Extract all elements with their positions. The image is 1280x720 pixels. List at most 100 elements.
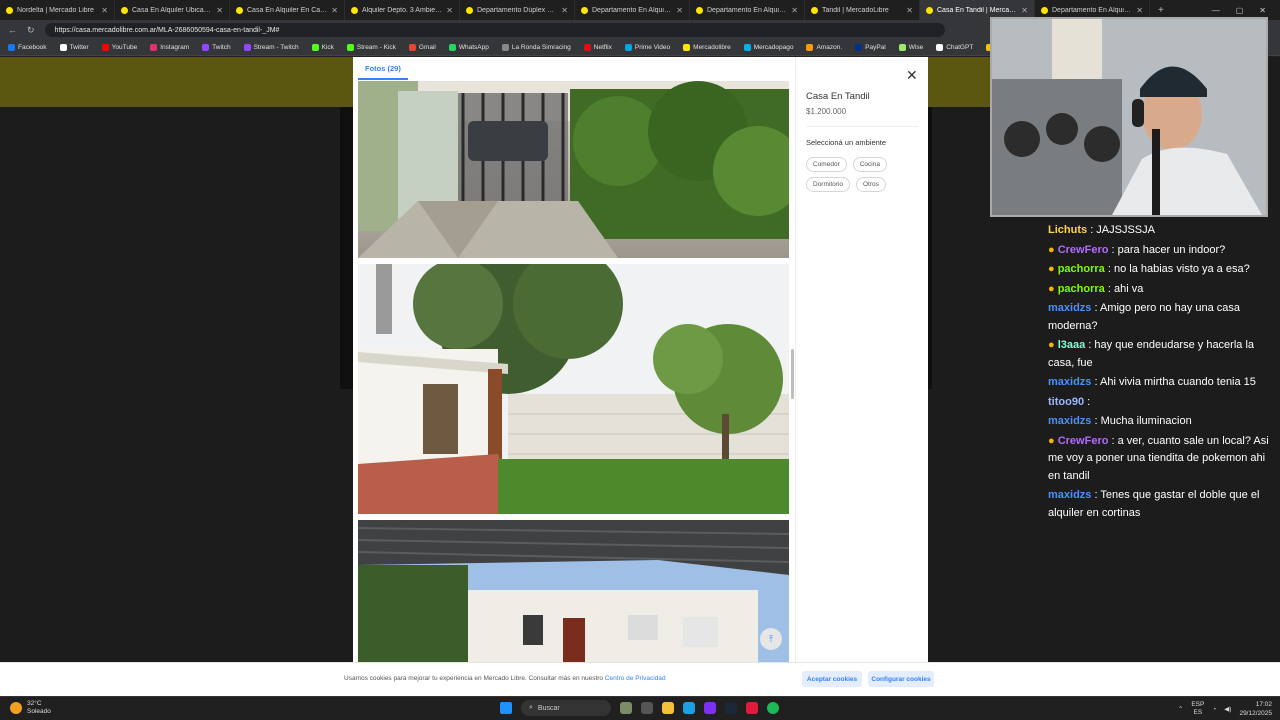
bookmark-label: La Ronda Simracing <box>511 44 571 51</box>
chip-otros[interactable]: Otros <box>855 177 886 192</box>
close-window-icon[interactable]: ✕ <box>1259 6 1266 15</box>
bookmark-item[interactable]: Kick <box>311 44 334 51</box>
bookmark-item[interactable]: Prime Video <box>624 44 670 51</box>
gallery-photo-gate[interactable] <box>358 81 789 258</box>
file-explorer-icon[interactable] <box>662 702 674 714</box>
bookmark-item[interactable]: ChatGPT <box>936 44 973 51</box>
browser-tab[interactable]: Departamento En Alquiler En Mitre ✕ <box>690 0 805 20</box>
maximize-icon[interactable]: ▢ <box>1236 6 1244 15</box>
tab-close-icon[interactable]: ✕ <box>101 6 108 15</box>
configure-cookies-button[interactable]: Configurar cookies <box>868 671 934 687</box>
task-view-icon[interactable] <box>641 702 653 714</box>
chip-comedor[interactable]: Comedor <box>806 157 847 172</box>
new-tab-icon[interactable]: + <box>1150 5 1172 16</box>
photos-tab[interactable]: Fotos (29) <box>365 64 401 73</box>
browser-tab[interactable]: Casa En Alquiler Ubicado En Castaños ✕ <box>115 0 230 20</box>
chat-username[interactable]: pachorra <box>1058 283 1105 295</box>
tab-close-icon[interactable]: ✕ <box>906 6 913 15</box>
weather-widget[interactable]: 32°C Soleado <box>10 700 51 716</box>
chevron-up-icon[interactable]: ⌃ <box>1178 705 1183 713</box>
bookmark-item[interactable]: Wise <box>898 44 923 51</box>
clock[interactable]: 17:02 29/12/2025 <box>1239 700 1272 718</box>
chip-dormitorio[interactable]: Dormitorio <box>806 177 850 192</box>
browser-tab[interactable]: Departamento Dúplex En Alquiler ✕ <box>460 0 575 20</box>
close-icon[interactable]: ✕ <box>906 68 918 82</box>
photo-house-image <box>358 520 789 663</box>
bookmark-item[interactable]: Gmail <box>408 44 436 51</box>
spotify-icon[interactable] <box>767 702 779 714</box>
browser-tab[interactable]: Alquiler Depto. 3 Ambientes Con Cochera ✕ <box>345 0 460 20</box>
chat-username[interactable]: l3aaa <box>1058 339 1086 351</box>
bookmark-label: Gmail <box>418 44 436 51</box>
app-icon-widget[interactable] <box>620 702 632 714</box>
volume-icon[interactable]: ◀) <box>1224 705 1231 713</box>
bookmark-item[interactable]: La Ronda Simracing <box>501 44 571 51</box>
browser-tab[interactable]: Tandil | MercadoLibre ✕ <box>805 0 920 20</box>
bookmark-item[interactable]: Mercadopago <box>743 44 793 51</box>
sun-icon <box>10 702 22 714</box>
tab-close-icon[interactable]: ✕ <box>446 6 453 15</box>
privacy-center-link[interactable]: Centro de Privacidad <box>605 675 666 682</box>
tab-close-icon[interactable]: ✕ <box>791 6 798 15</box>
language-indicator[interactable]: ESP ES <box>1191 701 1204 717</box>
chat-message: maxidzs : Amigo pero no hay una casa mod… <box>1048 300 1270 335</box>
tab-close-icon[interactable]: ✕ <box>676 6 683 15</box>
chat-username[interactable]: maxidzs <box>1048 376 1091 388</box>
windows-start-icon[interactable] <box>500 702 512 714</box>
mercadolibre-favicon-icon <box>926 6 933 14</box>
bookmark-item[interactable]: Stream - Twitch <box>243 44 299 51</box>
bookmark-item[interactable]: Twitter <box>59 44 89 51</box>
chat-username[interactable]: Lichuts <box>1048 224 1087 236</box>
chat-username[interactable]: maxidzs <box>1048 489 1091 501</box>
bookmark-item[interactable]: Mercadolibre <box>683 44 731 51</box>
app-red-icon[interactable] <box>746 702 758 714</box>
tab-close-icon[interactable]: ✕ <box>1136 6 1143 15</box>
chat-username[interactable]: titoo90 <box>1048 396 1084 408</box>
gallery-photo-house[interactable] <box>358 520 789 663</box>
chip-cocina[interactable]: Cocina <box>852 157 887 172</box>
browser-tab[interactable]: Casa En Alquiler En Castaños, Nordelta ✕ <box>230 0 345 20</box>
bookmark-item[interactable]: Amazon. <box>806 44 842 51</box>
bookmark-item[interactable]: Stream - Kick <box>346 44 396 51</box>
tab-close-icon[interactable]: ✕ <box>331 6 338 15</box>
reload-icon[interactable]: ↻ <box>27 25 35 36</box>
back-icon[interactable]: ← <box>8 25 17 35</box>
bookmark-item[interactable]: WhatsApp <box>448 44 489 51</box>
chat-username[interactable]: maxidzs <box>1048 302 1091 314</box>
gallery-scrollbar[interactable] <box>791 349 794 399</box>
url-field[interactable]: https://casa.mercadolibre.com.ar/MLA-268… <box>44 23 945 37</box>
taskbar-search[interactable]: ⌕ Buscar <box>521 700 611 716</box>
edge-icon[interactable] <box>683 702 695 714</box>
tab-close-icon[interactable]: ✕ <box>561 6 568 15</box>
scroll-to-top-button[interactable]: ⤒ <box>760 628 782 650</box>
steam-icon[interactable] <box>725 702 737 714</box>
bookmark-item[interactable]: Instagram <box>150 44 189 51</box>
tab-title: Casa En Alquiler Ubicado En Castaños <box>132 6 212 14</box>
gallery-photo-backyard[interactable] <box>358 264 789 514</box>
chat-message: maxidzs : Ahi vivia mirtha cuando tenia … <box>1048 374 1270 392</box>
chat-message: maxidzs : Mucha iluminacion <box>1048 413 1270 431</box>
chat-username[interactable]: CrewFero <box>1058 244 1109 256</box>
photos-tab-underline <box>358 78 408 80</box>
chat-username[interactable]: maxidzs <box>1048 415 1091 427</box>
photo-gallery[interactable] <box>358 81 789 663</box>
tab-close-icon[interactable]: ✕ <box>1021 6 1028 15</box>
bookmark-item[interactable]: YouTube <box>101 44 137 51</box>
bookmark-item[interactable]: Netflix <box>583 44 612 51</box>
bookmark-item[interactable]: Twitch <box>202 44 231 51</box>
chat-username[interactable]: pachorra <box>1058 263 1105 275</box>
tab-close-icon[interactable]: ✕ <box>216 6 223 15</box>
chat-username[interactable]: CrewFero <box>1058 435 1109 447</box>
accept-cookies-button[interactable]: Aceptar cookies <box>802 671 862 687</box>
wifi-icon[interactable]: ◔ <box>1212 706 1216 713</box>
bookmark-label: Stream - Twitch <box>253 44 299 51</box>
bookmark-item[interactable]: Facebook <box>8 44 47 51</box>
mercadolibre-favicon-icon <box>1041 6 1048 14</box>
discord-icon[interactable] <box>704 702 716 714</box>
browser-tab[interactable]: Departamento En Alquiler En Mitre ✕ <box>575 0 690 20</box>
bookmark-favicon-icon <box>59 44 67 51</box>
bookmark-item[interactable]: PayPal <box>855 44 886 51</box>
minimize-icon[interactable]: — <box>1212 6 1220 15</box>
browser-tab[interactable]: Nordelta | Mercado Libre ✕ <box>0 0 115 20</box>
tab-title: Casa En Alquiler En Castaños, Nordelta <box>247 6 327 14</box>
